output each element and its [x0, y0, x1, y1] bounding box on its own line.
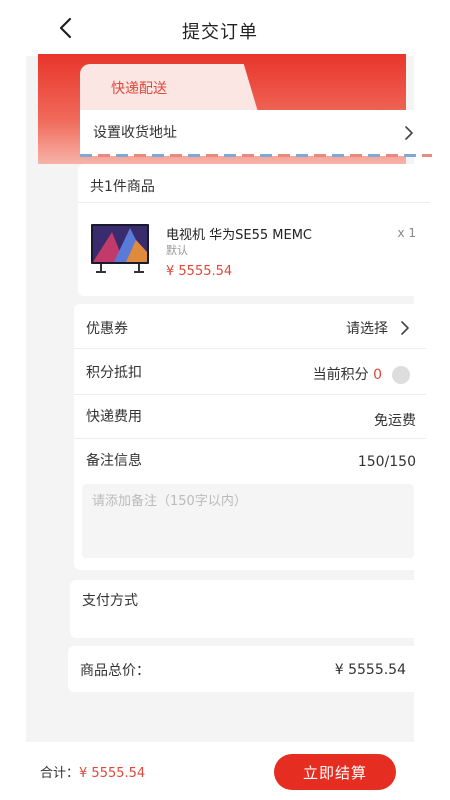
goods-count-label: 共1件商品 [90, 179, 155, 195]
tv-product-image[interactable] [90, 222, 152, 276]
points-toggle[interactable] [392, 366, 410, 384]
tab-express-delivery-label: 快递配送 [111, 81, 167, 97]
total-amount: ¥ 5555.54 [79, 766, 146, 781]
goods-name: 电视机 华为SE55 MEMC [166, 228, 312, 243]
remark-label: 备注信息 [86, 453, 142, 469]
remark-max: /150 [384, 454, 416, 470]
total-label: 合计： [40, 766, 80, 781]
remark-input[interactable] [82, 484, 414, 558]
shipping-fee-label: 快递费用 [86, 409, 142, 425]
page-title: 提交订单 [182, 22, 258, 43]
order-screen: 提交订单 快递配送 设置收货地址 共1件商品 电视机 华为SE55 MEMC 默… [26, 0, 432, 800]
goods-price: ¥ 5555.54 [166, 264, 233, 279]
remark-char-count: 150/150 [358, 454, 416, 470]
shipping-fee-value: 免运费 [374, 413, 416, 429]
address-dashed-divider [80, 154, 432, 157]
current-points: 当前积分 0 [313, 364, 382, 384]
goods-card: 共1件商品 电视机 华为SE55 MEMC 默认 ¥ 5555.54 x 1 [78, 164, 430, 296]
current-points-value: 0 [373, 367, 382, 383]
order-options-card: 优惠券 请选择 积分抵扣 当前积分 0 快递费用 免运费 备注信息 150/15… [74, 304, 426, 570]
goods-total-label: 商品总价： [80, 663, 150, 679]
checkout-bar: 合计：¥ 5555.54 立即结算 [26, 742, 414, 800]
current-points-label: 当前积分 [312, 367, 369, 383]
row-divider [74, 438, 426, 439]
chevron-right-icon [405, 126, 413, 140]
coupon-row[interactable]: 优惠券 请选择 [74, 304, 426, 348]
goods-divider [78, 202, 430, 203]
set-address-label: 设置收货地址 [93, 125, 177, 141]
row-divider [74, 348, 426, 349]
checkout-button[interactable]: 立即结算 [274, 754, 396, 790]
payment-method-label: 支付方式 [82, 593, 138, 609]
goods-total-card: 商品总价： ¥ 5555.54 [68, 646, 420, 692]
goods-total-value: ¥ 5555.54 [334, 662, 406, 678]
set-address-row[interactable]: 设置收货地址 [80, 110, 432, 156]
goods-quantity: x 1 [397, 226, 416, 240]
chevron-right-icon [401, 321, 409, 335]
row-divider [74, 394, 426, 395]
header-bar: 提交订单 [26, 0, 414, 56]
coupon-label: 优惠券 [86, 321, 128, 337]
goods-spec: 默认 [166, 244, 188, 257]
points-label: 积分抵扣 [86, 365, 142, 381]
remark-count: 150 [357, 454, 385, 470]
coupon-value: 请选择 [346, 321, 388, 337]
payment-method-card[interactable]: 支付方式 [70, 580, 422, 638]
total: 合计：¥ 5555.54 [40, 762, 145, 781]
